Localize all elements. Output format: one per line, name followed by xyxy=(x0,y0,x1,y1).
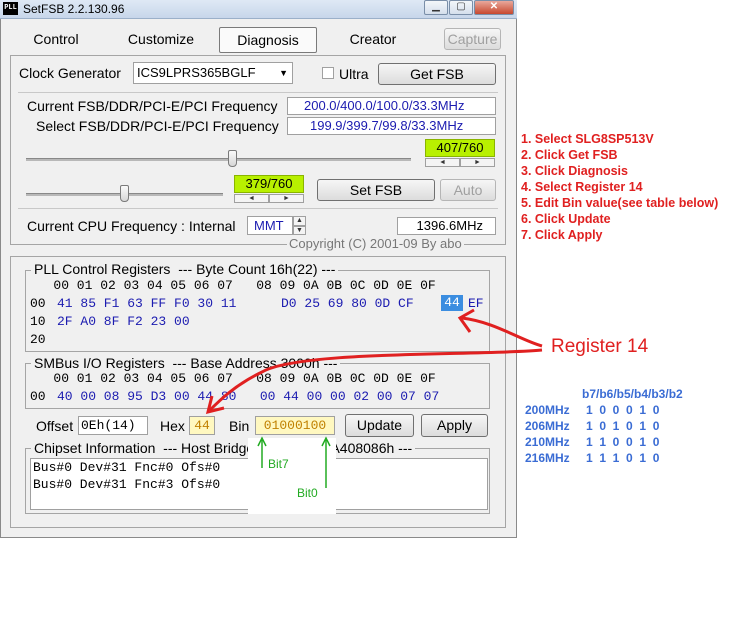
bit0-label: Bit0 xyxy=(297,486,318,500)
instruction-step: 2. Click Get FSB xyxy=(521,148,618,162)
bits-table-header: b7/b6/b5/b4/b3/b2 xyxy=(582,387,683,401)
bits-table-bits: 1 1 0 0 1 0 xyxy=(586,435,660,449)
bits-table-bits: 1 0 0 0 1 0 xyxy=(586,403,660,417)
register-14-label: Register 14 xyxy=(551,336,649,357)
instruction-step: 4. Select Register 14 xyxy=(521,180,643,194)
bit7-label: Bit7 xyxy=(268,457,289,471)
bits-table-freq: 216MHz xyxy=(525,451,570,465)
bits-table-freq: 206MHz xyxy=(525,419,570,433)
bits-table-freq: 210MHz xyxy=(525,435,570,449)
annotation-overlay xyxy=(205,308,543,488)
instruction-step: 1. Select SLG8SP513V xyxy=(521,132,654,146)
instruction-step: 6. Click Update xyxy=(521,212,611,226)
bits-table-bits: 1 0 1 0 1 0 xyxy=(586,419,660,433)
register-arrow-lower xyxy=(207,348,543,413)
instruction-step: 7. Click Apply xyxy=(521,228,603,242)
instruction-step: 3. Click Diagnosis xyxy=(521,164,628,178)
register-arrow-upper xyxy=(461,316,543,348)
bits-table-freq: 200MHz xyxy=(525,403,570,417)
instruction-step: 5. Edit Bin value(see table below) xyxy=(521,196,719,210)
bits-table-bits: 1 1 1 0 1 0 xyxy=(586,451,660,465)
